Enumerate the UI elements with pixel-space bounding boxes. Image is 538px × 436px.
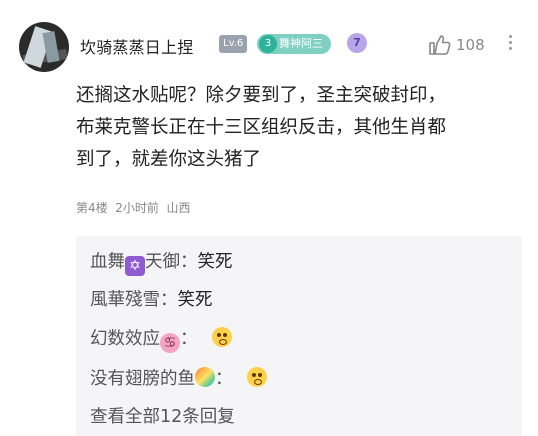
comment-meta: 第4楼 2小时前 山西 [76, 201, 191, 215]
comment-header: 坎骑蒸蒸日上捏 Lv.6 3 舞神阿三 7 108 [0, 18, 538, 74]
more-icon[interactable] [505, 32, 515, 54]
comment-text: 还搁这水贴呢？除夕要到了，圣主突破封印， 布莱克警长正在十三区组织反击，其他生肖… [76, 80, 526, 176]
like-count: 108 [456, 36, 485, 54]
reply-item[interactable]: 没有翅膀的鱼： [90, 365, 267, 390]
reply-item[interactable]: 幻数效应 ♋： [90, 325, 232, 353]
purple-badge-icon: 7 [347, 33, 367, 53]
fan-badge[interactable]: 3 舞神阿三 [257, 34, 331, 54]
comment-line: 布莱克警长正在十三区组织反击，其他生肖都 [76, 117, 447, 138]
thumbs-up-icon [429, 35, 451, 55]
like-button[interactable]: 108 [428, 34, 488, 56]
reply-author[interactable]: 血舞 ✡ 天御 [90, 252, 180, 276]
astonished-face-icon [246, 367, 267, 387]
rainbow-icon [195, 367, 215, 387]
cancer-icon: ♋ [160, 333, 180, 353]
reply-item[interactable]: 風華殘雪：笑死 [90, 286, 213, 311]
reply-author[interactable]: 没有翅膀的鱼 [90, 367, 215, 389]
avatar[interactable] [19, 22, 69, 72]
comment-line: 到了，就差你这头猪了 [76, 149, 262, 170]
level-badge: Lv.6 [219, 35, 248, 53]
fan-badge-number: 3 [259, 35, 277, 53]
astonished-face-icon [211, 327, 232, 347]
replies-panel: 血舞 ✡ 天御：笑死 風華殘雪：笑死 幻数效应 ♋： 没有翅膀的鱼： 查看全部12条回… [76, 236, 522, 436]
reply-author[interactable]: 風華殘雪 [90, 290, 160, 310]
view-all-replies-link[interactable]: 查看全部12条回复 [90, 403, 235, 428]
star-of-david-icon: ✡ [125, 256, 145, 276]
comment-line: 还搁这水贴呢？除夕要到了，圣主突破封印， [76, 85, 447, 106]
username[interactable]: 坎骑蒸蒸日上捏 [80, 34, 193, 58]
reply-text: 笑死 [197, 252, 233, 272]
reply-item[interactable]: 血舞 ✡ 天御：笑死 [90, 248, 233, 276]
fan-badge-label: 舞神阿三 [279, 37, 323, 50]
reply-text: 笑死 [177, 290, 213, 310]
reply-author[interactable]: 幻数效应 ♋ [90, 329, 180, 353]
